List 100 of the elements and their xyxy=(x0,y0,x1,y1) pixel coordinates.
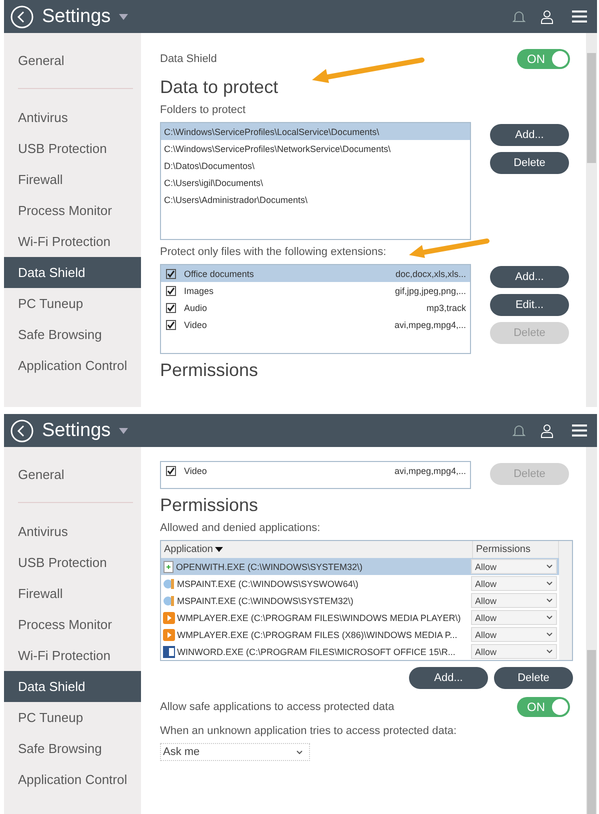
checkbox[interactable] xyxy=(166,268,176,278)
sidebar-item[interactable]: Firewall xyxy=(4,164,141,195)
user-icon[interactable] xyxy=(540,10,554,24)
action-button[interactable]: Edit... xyxy=(490,294,569,316)
folder-path[interactable]: C:\Windows\ServiceProfiles\LocalService\Documents\ xyxy=(161,123,470,140)
sidebar-item[interactable]: PC Tuneup xyxy=(4,702,141,733)
application-path: WMPLAYER.EXE (C:\PROGRAM FILES (X86)\WINDOWS MEDIA P... xyxy=(161,628,471,640)
action-button[interactable]: Delete xyxy=(490,152,569,174)
application-path: MSPAINT.EXE (C:\WINDOWS\SYSTEM32\) xyxy=(161,594,471,606)
bell-icon[interactable] xyxy=(512,424,526,438)
action-button[interactable]: Add... xyxy=(409,667,488,689)
file-type: Video xyxy=(184,320,208,330)
sidebar-item[interactable]: USB Protection xyxy=(4,547,141,578)
sidebar-item[interactable]: Data Shield xyxy=(4,257,141,288)
sidebar-item[interactable]: Antivirus xyxy=(4,516,141,547)
extension-list: mp3,track xyxy=(426,302,470,312)
action-button[interactable]: Add... xyxy=(490,266,569,288)
permission-dropdown[interactable]: Allow xyxy=(471,559,557,574)
application-row[interactable]: WMPLAYER.EXE (C:\PROGRAM FILES (X86)\WINDOWS MEDIA P... Allow xyxy=(161,626,559,643)
sort-caret-icon[interactable] xyxy=(214,547,223,552)
permission-dropdown[interactable]: Allow xyxy=(471,610,557,625)
palette-icon xyxy=(163,594,175,606)
back-icon[interactable] xyxy=(10,4,34,28)
menu-icon[interactable] xyxy=(572,424,587,437)
window-title: Settings xyxy=(42,420,111,442)
action-dropdown[interactable]: Ask me xyxy=(160,743,310,761)
application-row[interactable]: WINWORD.EXE (C:\PROGRAM FILES\MICROSOFT OFFICE 15\R... Allow xyxy=(161,643,559,660)
back-icon[interactable] xyxy=(10,418,34,442)
document-icon xyxy=(163,560,174,572)
scrollbar[interactable] xyxy=(586,447,597,814)
chevron-down-icon xyxy=(296,750,303,754)
word-document-icon xyxy=(163,646,175,658)
sidebar-item[interactable]: Process Monitor xyxy=(4,195,141,226)
bell-icon[interactable] xyxy=(512,10,526,24)
field-label: Protect only files with the following extensions: xyxy=(160,246,386,258)
application-row[interactable]: MSPAINT.EXE (C:\WINDOWS\SYSWOW64\) Allow xyxy=(161,575,559,592)
sidebar-item[interactable]: General xyxy=(4,459,141,490)
file-type: Images xyxy=(184,286,215,296)
extension-list: doc,docx,xls,xls... xyxy=(395,268,470,278)
chevron-down-icon xyxy=(546,598,553,603)
extension-row[interactable]: Audio mp3,track xyxy=(161,299,470,316)
sidebar-item[interactable]: USB Protection xyxy=(4,133,141,164)
sidebar-item[interactable]: Application Control xyxy=(4,764,141,795)
extension-row[interactable]: Video avi,mpeg,mpg4,... xyxy=(161,316,470,333)
permission-dropdown[interactable]: Allow xyxy=(471,576,557,591)
sidebar-item[interactable]: Process Monitor xyxy=(4,609,141,640)
scrollbar[interactable] xyxy=(586,33,597,407)
checkbox[interactable] xyxy=(166,286,176,296)
menu-icon[interactable] xyxy=(572,10,587,23)
sidebar-item[interactable]: Data Shield xyxy=(4,671,141,702)
section-heading: Permissions xyxy=(160,360,258,381)
play-icon xyxy=(163,628,175,640)
palette-icon xyxy=(163,578,175,590)
file-type: Office documents xyxy=(184,268,255,278)
column-header[interactable]: Application xyxy=(161,541,473,558)
extension-row[interactable]: Office documents doc,docx,xls,xls... xyxy=(161,265,470,282)
chevron-down-icon xyxy=(546,615,553,620)
section-heading: Data to protect xyxy=(160,77,278,98)
extension-list: gif,jpg,jpeg,png,... xyxy=(394,286,470,296)
folder-path[interactable]: C:\Users\Administrador\Documents\ xyxy=(161,191,470,208)
permission-dropdown[interactable]: Allow xyxy=(471,627,557,642)
application-row[interactable]: WMPLAYER.EXE (C:\PROGRAM FILES\WINDOWS MEDIA PLAYER\) Allow xyxy=(161,609,559,626)
application-row[interactable]: MSPAINT.EXE (C:\WINDOWS\SYSTEM32\) Allow xyxy=(161,592,559,609)
action-button[interactable]: Add... xyxy=(490,124,569,146)
user-icon[interactable] xyxy=(540,424,554,438)
setting-label: Data Shield xyxy=(160,53,217,65)
folder-path[interactable]: D:\Datos\Documentos\ xyxy=(161,157,470,174)
action-button[interactable]: Delete xyxy=(494,667,573,689)
application-path: WINWORD.EXE (C:\PROGRAM FILES\MICROSOFT OFFICE 15\R... xyxy=(161,646,471,658)
checkbox[interactable] xyxy=(166,466,176,476)
permission-dropdown[interactable]: Allow xyxy=(471,593,557,608)
file-type: Video xyxy=(184,466,208,476)
extension-list: avi,mpeg,mpg4,... xyxy=(394,320,470,330)
checkbox[interactable] xyxy=(166,320,176,330)
sidebar-item[interactable]: Wi-Fi Protection xyxy=(4,226,141,257)
file-type: Audio xyxy=(184,302,208,312)
sidebar-item[interactable]: Firewall xyxy=(4,578,141,609)
chevron-down-icon xyxy=(546,649,553,654)
chevron-down-icon xyxy=(546,564,553,569)
sidebar-item[interactable]: PC Tuneup xyxy=(4,288,141,319)
extension-row[interactable]: Images gif,jpg,jpeg,png,... xyxy=(161,282,470,299)
application-row[interactable]: OPENWITH.EXE (C:\WINDOWS\SYSTEM32\) Allow xyxy=(161,558,559,575)
sidebar-item[interactable]: Antivirus xyxy=(4,102,141,133)
sidebar-item[interactable]: Application Control xyxy=(4,350,141,381)
column-header[interactable]: Permissions xyxy=(473,541,559,558)
sidebar-item[interactable]: Safe Browsing xyxy=(4,733,141,764)
scrollbar[interactable] xyxy=(559,541,572,660)
checkbox[interactable] xyxy=(166,302,176,312)
sidebar-item[interactable]: Safe Browsing xyxy=(4,319,141,350)
play-icon xyxy=(163,612,175,624)
sidebar-item[interactable]: General xyxy=(4,45,141,76)
sidebar-item[interactable]: Wi-Fi Protection xyxy=(4,640,141,671)
application-path: OPENWITH.EXE (C:\WINDOWS\SYSTEM32\) xyxy=(161,560,471,572)
window-title: Settings xyxy=(42,6,111,28)
field-label: Allowed and denied applications: xyxy=(160,522,320,534)
folder-path[interactable]: C:\Users\igil\Documents\ xyxy=(161,174,470,191)
folder-path[interactable]: C:\Windows\ServiceProfiles\NetworkService\Documents\ xyxy=(161,140,470,157)
permission-dropdown[interactable]: Allow xyxy=(471,644,557,659)
caret-icon[interactable] xyxy=(118,428,128,434)
caret-icon[interactable] xyxy=(118,14,128,20)
